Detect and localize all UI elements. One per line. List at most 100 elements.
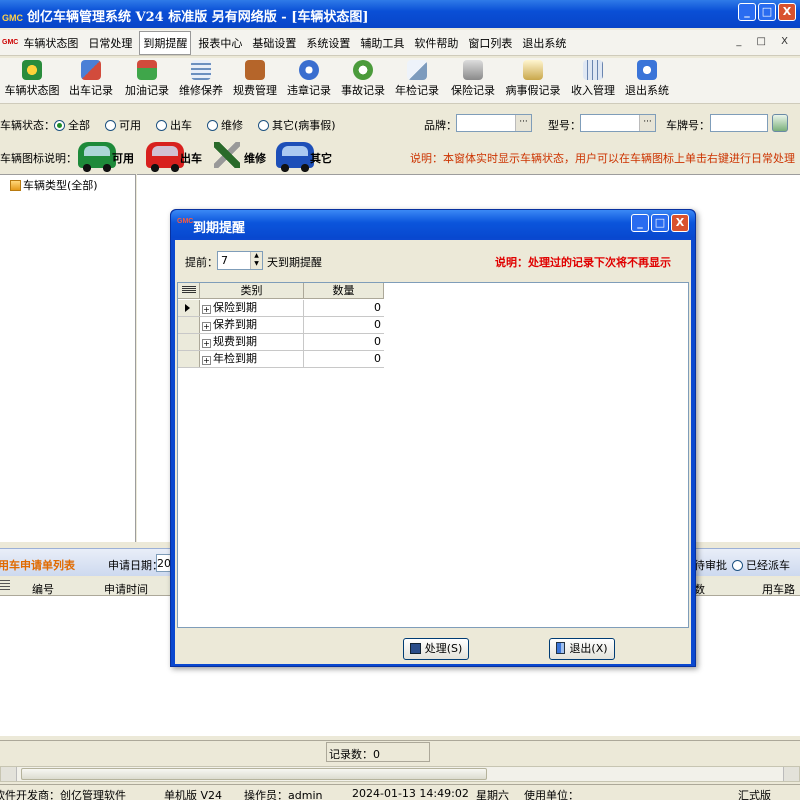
app-logo: GMC: [2, 13, 23, 23]
row-count: 0: [374, 335, 381, 348]
toolbar-insurance-button[interactable]: 保险记录: [448, 60, 498, 98]
toolbar-label: 病事假记录: [505, 84, 561, 97]
scroll-left-button[interactable]: [1, 767, 17, 781]
menu-car-status[interactable]: 车辆状态图: [20, 32, 81, 54]
dropdown-button[interactable]: ···: [639, 115, 655, 131]
maintenance-icon: [191, 60, 211, 80]
maximize-button[interactable]: □: [758, 3, 776, 21]
toolbar-accident-button[interactable]: 事故记录: [338, 60, 388, 98]
dialog-title-bar[interactable]: GMC 到期提醒: [171, 210, 695, 238]
row-selector: [178, 300, 200, 316]
toolbar-exit-button[interactable]: 退出系统: [622, 60, 672, 98]
grid-row[interactable]: + 保养到期 0: [178, 317, 384, 334]
legend-available: 可用: [112, 152, 134, 165]
menu-tools[interactable]: 辅助工具: [357, 32, 407, 54]
plate-input[interactable]: [710, 114, 768, 132]
toolbar-label: 违章记录: [287, 84, 331, 97]
car-type-tree[interactable]: 车辆类型(全部): [0, 174, 136, 542]
toolbar-car-status-button[interactable]: 车辆状态图: [2, 60, 62, 98]
radio-repair[interactable]: 维修: [207, 117, 243, 133]
col-route[interactable]: 用车路: [762, 581, 795, 597]
dropdown-button[interactable]: ···: [515, 115, 531, 131]
car-other-icon: [276, 142, 314, 172]
dialog-window-controls: _ □ X: [631, 214, 689, 232]
dialog-maximize-button[interactable]: □: [651, 214, 669, 232]
toolbar-income-button[interactable]: 收入管理: [568, 60, 618, 98]
col-number[interactable]: 编号: [32, 581, 54, 597]
status-weekday: 星期六: [476, 789, 509, 800]
radio-dispatched-done[interactable]: 已经派车: [732, 557, 790, 573]
radio-circle: [258, 120, 269, 131]
status-datetime: 2024-01-13 14:49:02: [352, 787, 469, 800]
folder-icon: [10, 180, 21, 191]
radio-available[interactable]: 可用: [105, 117, 141, 133]
menu-daily[interactable]: 日常处理: [85, 32, 135, 54]
radio-circle: [105, 120, 116, 131]
expand-icon[interactable]: +: [202, 356, 211, 365]
dialog-minimize-button[interactable]: _: [631, 214, 649, 232]
row-category: + 保险到期: [200, 300, 304, 316]
brand-combo[interactable]: ···: [456, 114, 532, 132]
status-version: 汇式版: [738, 789, 771, 800]
process-button-label: 处理(S): [424, 642, 463, 655]
row-category: + 保养到期: [200, 317, 304, 333]
menu-windows[interactable]: 窗口列表: [465, 32, 515, 54]
col-category[interactable]: 类别: [200, 283, 304, 299]
col-quantity[interactable]: 数量: [304, 283, 384, 299]
menu-exit[interactable]: 退出系统: [519, 32, 569, 54]
toolbar-violation-button[interactable]: 违章记录: [284, 60, 334, 98]
grid-row[interactable]: + 规费到期 0: [178, 334, 384, 351]
category-text: 保险到期: [213, 301, 257, 314]
menu-system-settings[interactable]: 系统设置: [303, 32, 353, 54]
col-request-time[interactable]: 申请时间: [104, 581, 148, 597]
toolbar-label: 收入管理: [571, 84, 615, 97]
horizontal-scrollbar[interactable]: [0, 766, 800, 782]
model-combo[interactable]: ···: [580, 114, 656, 132]
request-list-title: 用车申请单列表: [0, 559, 75, 572]
window-title: 创亿车辆管理系统 V24 标准版 另有网络版 - [车辆状态图]: [27, 10, 369, 25]
grid-row[interactable]: + 保险到期 0: [178, 300, 384, 317]
expand-icon[interactable]: +: [202, 339, 211, 348]
menu-expiry-reminder[interactable]: 到期提醒: [139, 30, 192, 55]
refresh-icon[interactable]: [772, 114, 788, 132]
menu-reports[interactable]: 报表中心: [195, 32, 245, 54]
expiry-reminder-dialog: GMC 到期提醒 _ □ X 提前： 7 ▲ ▼ 天到期提醒 说明：处理过的记录下…: [170, 209, 696, 667]
menu-help[interactable]: 软件帮助: [411, 32, 461, 54]
tree-root-item[interactable]: 车辆类型(全部): [10, 177, 98, 193]
request-date-label: 申请日期：: [108, 559, 163, 572]
radio-dispatched[interactable]: 出车: [156, 117, 192, 133]
process-button[interactable]: 处理(S): [403, 638, 469, 660]
menu-basic-settings[interactable]: 基础设置: [249, 32, 299, 54]
advance-label: 提前：: [185, 256, 218, 269]
minimize-button[interactable]: _: [738, 3, 756, 21]
advance-days-value: 7: [221, 254, 228, 267]
toolbar-leave-button[interactable]: 病事假记录: [502, 60, 564, 98]
toolbar-fee-button[interactable]: 规费管理: [230, 60, 280, 98]
dialog-close-button[interactable]: X: [671, 214, 689, 232]
spin-buttons[interactable]: ▲ ▼: [250, 252, 262, 269]
current-row-arrow-icon: [185, 304, 190, 312]
exit-button[interactable]: 退出(X): [549, 638, 615, 660]
legend-dispatched: 出车: [180, 152, 202, 165]
status-developer: 软件开发商：创亿管理软件: [0, 789, 126, 800]
expiry-grid: 类别 数量 + 保险到期 0 + 保养到期 0 + 规费到期 0 + 年检到期 0: [177, 282, 689, 628]
scroll-right-button[interactable]: [783, 767, 799, 781]
exit-button-label: 退出(X): [569, 642, 608, 655]
mdi-window-controls[interactable]: _ □ X: [736, 36, 794, 47]
scroll-thumb[interactable]: [21, 768, 487, 780]
toolbar-maintenance-button[interactable]: 维修保养: [176, 60, 226, 98]
advance-days-stepper[interactable]: 7 ▲ ▼: [217, 251, 263, 270]
radio-pending-label[interactable]: 待审批: [694, 557, 727, 573]
violation-icon: [299, 60, 319, 80]
radio-all[interactable]: 全部: [54, 117, 90, 133]
expand-icon[interactable]: +: [202, 305, 211, 314]
toolbar-dispatch-button[interactable]: 出车记录: [66, 60, 116, 98]
expand-icon[interactable]: +: [202, 322, 211, 331]
toolbar-inspection-button[interactable]: 年检记录: [392, 60, 442, 98]
close-button[interactable]: X: [778, 3, 796, 21]
radio-circle: [732, 560, 743, 571]
toolbar-fuel-button[interactable]: 加油记录: [122, 60, 172, 98]
grid-row[interactable]: + 年检到期 0: [178, 351, 384, 368]
filter-row: 车辆状态： 全部 可用 出车 维修 其它(病事假) 品牌： ··· 型号： ··…: [0, 108, 800, 138]
radio-other[interactable]: 其它(病事假): [258, 117, 336, 133]
